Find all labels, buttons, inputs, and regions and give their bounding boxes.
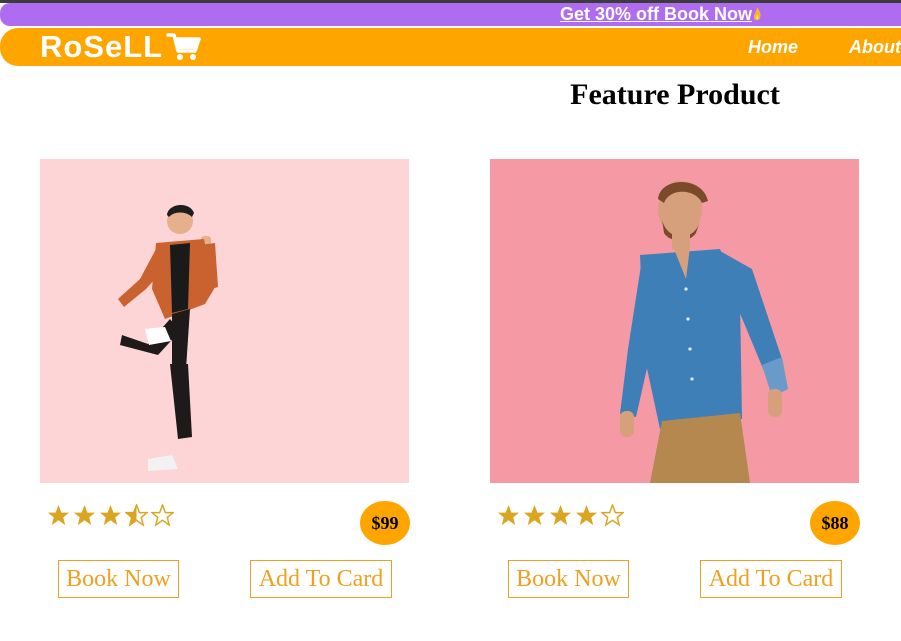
star-empty-icon <box>601 504 624 527</box>
promo-text[interactable]: Get 30% off Book Now <box>560 4 762 25</box>
star-full-icon <box>497 504 520 526</box>
section-title: Feature Product <box>570 78 780 111</box>
product-card: $88 Book Now Add To Card <box>490 159 860 609</box>
star-full-icon <box>523 504 546 526</box>
promo-banner: Get 30% off Book Now <box>0 3 901 26</box>
product-card: $99 Book Now Add To Card <box>40 159 410 609</box>
star-empty-icon <box>151 504 174 527</box>
price-badge: $99 <box>360 501 410 545</box>
star-full-icon <box>47 504 70 526</box>
book-now-button[interactable]: Book Now <box>58 560 179 598</box>
star-full-icon <box>73 504 96 526</box>
star-full-icon <box>99 504 122 526</box>
rating-stars <box>47 504 174 530</box>
nav-link-home[interactable]: Home <box>748 37 798 58</box>
star-full-icon <box>549 504 572 526</box>
rating-stars <box>497 504 624 530</box>
shopping-cart-icon[interactable] <box>166 31 202 63</box>
navbar: RoSeLL Home About <box>0 28 901 66</box>
star-half-icon <box>125 504 148 527</box>
add-to-card-button[interactable]: Add To Card <box>700 560 842 598</box>
add-to-card-button[interactable]: Add To Card <box>250 560 392 598</box>
price-badge: $88 <box>810 501 860 545</box>
product-photo[interactable] <box>490 159 859 483</box>
brand-logo[interactable]: RoSeLL <box>40 29 163 65</box>
star-full-icon <box>575 504 598 526</box>
promo-link[interactable]: Get 30% off Book Now <box>560 4 752 24</box>
product-photo[interactable] <box>40 159 409 483</box>
nav-link-about[interactable]: About <box>849 37 901 58</box>
book-now-button[interactable]: Book Now <box>508 560 629 598</box>
fire-icon <box>752 6 762 22</box>
